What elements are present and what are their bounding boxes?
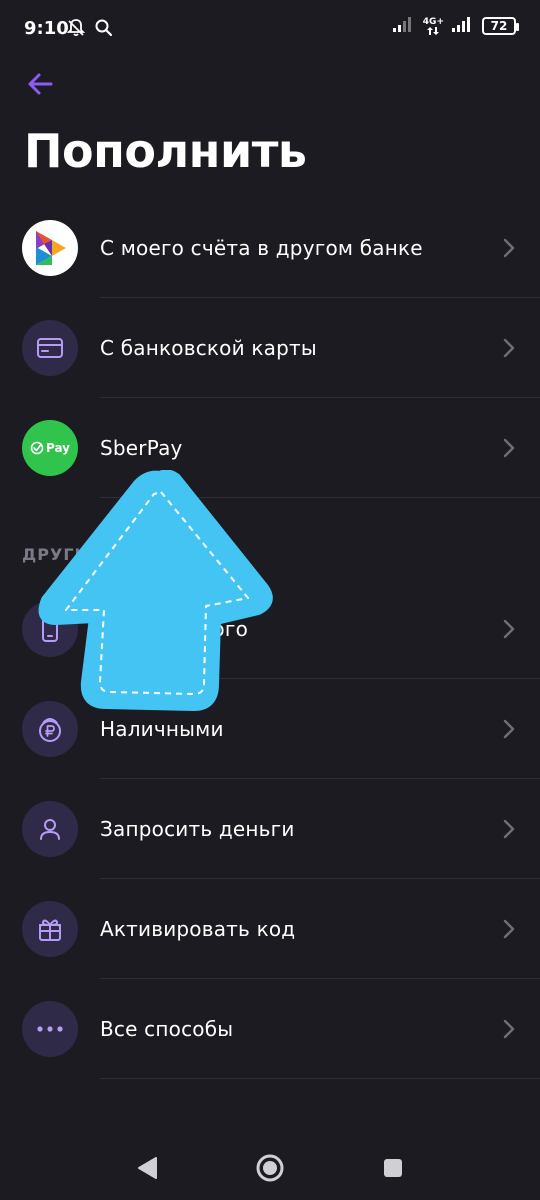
triangle-back-icon [138,1157,157,1179]
chevron-right-icon [500,338,518,358]
list-item-request-money[interactable]: Запросить деньги [0,779,540,879]
list-item-label: Запросить деньги [100,817,295,841]
bell-off-icon [66,18,86,42]
chevron-right-icon [500,819,518,839]
network-type: 4G+ [422,16,444,27]
nav-recents-button[interactable] [378,1153,408,1183]
list-item-label: Активировать код [100,917,296,941]
sberpay-icon-text: Pay [45,441,71,455]
list-item-label: С банковской карты [100,336,317,360]
list-item-label: Все способы [100,1017,234,1041]
search-icon [94,18,114,42]
signal-icon [392,16,415,36]
nav-home-button[interactable] [255,1153,285,1183]
person-icon [22,801,78,857]
signal-icon-2 [452,16,474,36]
check-circle-icon [30,441,44,455]
sberpay-icon: Pay [22,420,78,476]
chevron-right-icon [500,919,518,939]
chevron-right-icon [500,1019,518,1039]
other-methods-list: С мобильного Наличными Запросить деньги [0,579,540,1079]
more-icon [22,1001,78,1057]
status-right: 4G+ 72 [392,16,519,36]
gift-icon [22,901,78,957]
system-nav-bar [0,1135,540,1200]
cash-icon [22,701,78,757]
divider [100,1078,540,1079]
page-title: Пополнить [24,124,307,178]
chevron-right-icon [500,719,518,739]
list-item-all-methods[interactable]: Все способы [0,979,540,1079]
status-bar: 9:10 4G+ 72 [0,0,540,60]
network-indicator: 4G+ [422,16,444,35]
section-title-other: ДРУГИЕ [22,545,101,564]
list-item-bank-card[interactable]: С банковской карты [0,298,540,398]
list-item-activate-code[interactable]: Активировать код [0,879,540,979]
chevron-right-icon [500,619,518,639]
card-icon [22,320,78,376]
data-arrows-icon [427,26,440,35]
sbp-icon [22,220,78,276]
list-item-mobile[interactable]: С мобильного [0,579,540,679]
list-item-label: С моего счёта в другом банке [100,236,423,260]
arrow-left-icon [28,73,53,95]
list-item-cash[interactable]: Наличными [0,679,540,779]
home-circle-icon [256,1154,284,1182]
list-item-other-bank[interactable]: С моего счёта в другом банке [0,198,540,298]
phone-icon [22,601,78,657]
chevron-right-icon [500,438,518,458]
battery-icon: 72 [482,17,519,35]
list-item-label: С мобильного [100,617,249,641]
status-left-icons [66,18,114,42]
back-button[interactable] [24,68,56,100]
topup-methods-list: С моего счёта в другом банке С банковско… [0,198,540,498]
list-item-label: Наличными [100,717,224,741]
list-item-label: SberPay [100,436,183,460]
status-time: 9:10 [24,18,69,39]
divider [100,497,540,498]
chevron-right-icon [500,238,518,258]
square-recents-icon [384,1159,402,1177]
nav-back-button[interactable] [132,1153,162,1183]
list-item-sberpay[interactable]: Pay SberPay [0,398,540,498]
